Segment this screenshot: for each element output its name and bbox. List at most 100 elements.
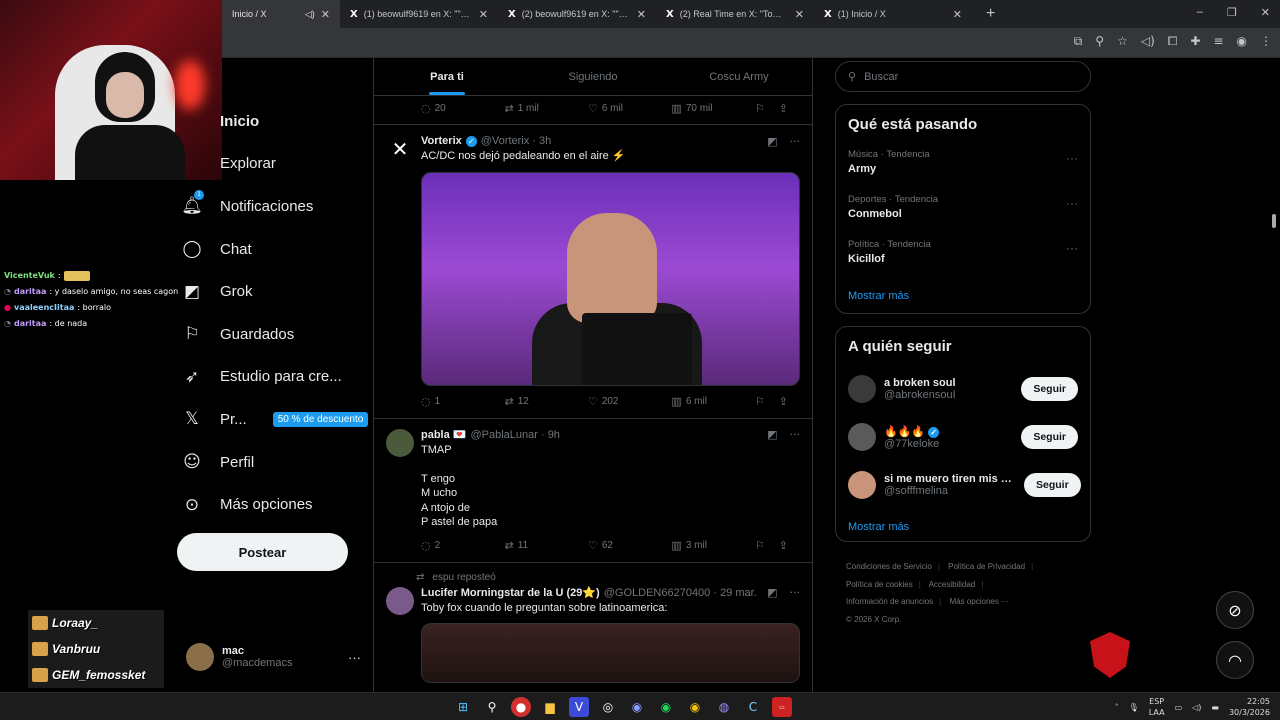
sidebar-item-estudio[interactable]: ➶ Estudio para cre... — [180, 356, 370, 399]
like-button[interactable]: ♡ 62 — [588, 539, 671, 552]
post[interactable]: ✕ Vorterix ✓ @Vorterix · 3h ◩ ··· AC/DC n… — [374, 125, 812, 419]
reply-button[interactable]: ◌ 1 — [421, 395, 504, 408]
file-explorer-icon[interactable]: ▆ — [540, 697, 560, 717]
sidebar-item-perfil[interactable]: ☺ Perfil — [180, 441, 370, 484]
follow-suggestion[interactable]: a broken soul @abrokensouI Seguir — [848, 365, 1078, 413]
microphone-icon[interactable]: 🎙︎ — [1129, 703, 1139, 712]
browser-tab[interactable]: X (1) beowulf9619 en X: ""Lolo ca ✕ — [340, 0, 498, 28]
like-button[interactable]: ♡ 6 mil — [588, 102, 671, 115]
clock[interactable]: 22:05 30/3/2026 — [1229, 696, 1270, 718]
extension-icon[interactable]: ⧠ — [1168, 34, 1178, 49]
spotify-icon[interactable]: ◉ — [656, 697, 676, 717]
search-input[interactable]: ⚲ Buscar — [835, 61, 1091, 92]
cast-icon[interactable]: ⧉ — [1074, 34, 1083, 49]
repost-by-text[interactable]: espu reposteó — [432, 572, 495, 583]
close-tab-icon[interactable]: ✕ — [953, 8, 962, 21]
sidebar-item-mas-opciones[interactable]: ⊙ Más opciones — [180, 483, 370, 526]
avatar[interactable]: ✕ — [386, 135, 414, 163]
post-author[interactable]: Vorterix — [421, 135, 462, 147]
post-author[interactable]: Lucifer Morningstar de la U (29⭐) — [421, 586, 600, 599]
views-button[interactable]: ▥ 6 mil — [671, 395, 754, 408]
footer-link[interactable]: Accesibilidad — [929, 580, 976, 589]
footer-link[interactable]: Más opciones ··· — [949, 597, 1009, 606]
battery-icon[interactable]: ▬ — [1211, 703, 1219, 712]
footer-link[interactable]: Política de cookies — [846, 580, 913, 589]
show-more-trends-link[interactable]: Mostrar más — [848, 278, 1078, 314]
sidebar-item-premium[interactable]: 𝕏 Pr... 50 % de descuento — [180, 398, 370, 441]
share-icon[interactable]: ⇪ — [779, 539, 788, 552]
zoom-icon[interactable]: ⚲ — [1095, 34, 1104, 49]
views-button[interactable]: ▥ 70 mil — [671, 102, 754, 115]
footer-link[interactable]: Información de anuncios — [846, 597, 933, 606]
close-tab-icon[interactable]: ✕ — [479, 8, 488, 21]
chrome-icon[interactable]: ◉ — [685, 697, 705, 717]
sidebar-item-explorar[interactable]: ⚲ Explorar — [180, 143, 370, 186]
post-image[interactable] — [421, 623, 800, 683]
discord-icon[interactable]: ◉ — [627, 697, 647, 717]
repost-button[interactable]: ⇄ 12 — [504, 395, 587, 408]
chevron-up-icon[interactable]: ˄ — [1115, 703, 1119, 712]
footer-link[interactable]: Condiciones de Servicio — [846, 562, 932, 571]
grok-icon[interactable]: ◩ — [767, 135, 777, 148]
sidebar-item-inicio[interactable]: ⌂ Inicio — [180, 100, 370, 143]
language-indicator[interactable]: ESP LAA — [1149, 696, 1165, 718]
avatar[interactable] — [848, 471, 876, 499]
more-icon[interactable]: ··· — [790, 428, 801, 441]
more-icon[interactable]: ··· — [1066, 241, 1078, 255]
reading-list-icon[interactable]: ≡ — [1213, 34, 1223, 49]
follow-button[interactable]: Seguir — [1021, 377, 1078, 401]
extensions-puzzle-icon[interactable]: ✚ — [1190, 34, 1200, 49]
share-icon[interactable]: ⇪ — [779, 395, 788, 408]
trend-item[interactable]: Política · Tendencia Kicillof ··· — [848, 233, 1078, 278]
follow-suggestion[interactable]: si me muero tiren mis c... @sofffmelina … — [848, 461, 1081, 509]
avatar[interactable] — [848, 423, 876, 451]
loading-fab-icon[interactable]: ◠ — [1216, 641, 1254, 679]
tab-para-ti[interactable]: Para ti — [374, 58, 520, 95]
views-button[interactable]: ▥ 3 mil — [671, 539, 754, 552]
avatar[interactable] — [848, 375, 876, 403]
grok-icon[interactable]: ◩ — [767, 586, 777, 599]
maximize-button[interactable]: ❐ — [1227, 6, 1237, 19]
post-image[interactable] — [421, 171, 800, 386]
volume-icon[interactable]: ◁) — [1192, 703, 1201, 712]
star-icon[interactable]: ☆ — [1117, 34, 1128, 49]
app-icon[interactable]: ◍ — [714, 697, 734, 717]
new-tab-button[interactable]: + — [986, 5, 995, 23]
audio-icon[interactable]: ◁) — [1141, 34, 1155, 49]
tab-coscu-army[interactable]: Coscu Army — [666, 58, 812, 95]
minimize-button[interactable]: – — [1197, 6, 1203, 19]
close-tab-icon[interactable]: ✕ — [637, 8, 646, 21]
sidebar-item-chat[interactable]: ◯ Chat — [180, 228, 370, 271]
close-window-button[interactable]: ✕ — [1261, 6, 1270, 19]
more-icon[interactable]: ··· — [790, 135, 801, 148]
bookmark-icon[interactable]: ⚐ — [755, 395, 765, 408]
post-author[interactable]: pabla 💌 — [421, 428, 466, 441]
reply-button[interactable]: ◌ 20 — [421, 102, 504, 115]
repost-button[interactable]: ⇄ 11 — [504, 539, 587, 552]
more-icon[interactable]: ··· — [790, 586, 801, 599]
search-icon[interactable]: ⚲ — [482, 697, 502, 717]
sidebar-item-guardados[interactable]: ⚐ Guardados — [180, 313, 370, 356]
profile-icon[interactable]: ◉ — [1237, 34, 1247, 49]
scrollbar-thumb[interactable] — [1272, 214, 1276, 228]
browser-tab[interactable]: X (2) Real Time en X: "Tomas Den ✕ — [656, 0, 814, 28]
account-switcher[interactable]: mac @macdemacs ··· — [186, 640, 361, 674]
avatar[interactable] — [386, 586, 414, 615]
app-v-icon[interactable]: V — [569, 697, 589, 717]
windows-start-icon[interactable]: ⊞ — [453, 697, 473, 717]
follow-button[interactable]: Seguir — [1021, 425, 1078, 449]
bookmark-icon[interactable]: ⚐ — [755, 102, 765, 115]
bookmark-icon[interactable]: ⚐ — [755, 539, 765, 552]
post-partial[interactable]: ◌ 20 ⇄ 1 mil ♡ 6 mil ▥ 70 mil ⚐ ⇪ — [374, 96, 812, 125]
avatar[interactable] — [386, 428, 414, 457]
follow-suggestion[interactable]: 🔥🔥🔥 ✓ @77keloke Seguir — [848, 413, 1078, 461]
follow-button[interactable]: Seguir — [1024, 473, 1081, 497]
like-button[interactable]: ♡ 202 — [588, 395, 671, 408]
menu-icon[interactable]: ⋮ — [1260, 34, 1272, 49]
app-icon[interactable]: ● — [511, 697, 531, 717]
app-icon[interactable]: ▭ — [772, 697, 792, 717]
repost-button[interactable]: ⇄ 1 mil — [504, 102, 587, 115]
sidebar-item-grok[interactable]: ◩ Grok — [180, 270, 370, 313]
tab-siguiendo[interactable]: Siguiendo — [520, 58, 666, 95]
grok-icon[interactable]: ◩ — [767, 428, 777, 441]
